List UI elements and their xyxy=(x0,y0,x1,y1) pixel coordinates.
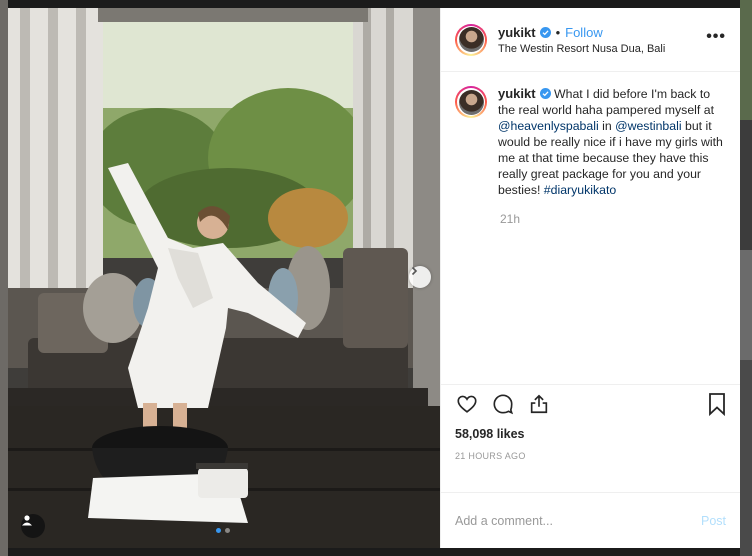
post-header: yukikt • Follow The Westin Resort Nusa D… xyxy=(441,8,740,72)
bookmark-icon xyxy=(709,393,725,417)
comment-composer: Post xyxy=(441,492,740,548)
save-button[interactable] xyxy=(706,392,730,417)
caption-avatar[interactable] xyxy=(455,86,487,118)
page-backdrop-right xyxy=(740,0,752,556)
avatar[interactable] xyxy=(455,23,487,56)
carousel-dot-1 xyxy=(216,528,221,533)
carousel-next-button[interactable] xyxy=(409,266,431,288)
avatar-image xyxy=(458,89,484,115)
post-photo xyxy=(8,8,440,548)
comments-section: yukikt What I did before I'm back to the… xyxy=(441,72,740,384)
share-button[interactable] xyxy=(527,392,551,416)
post-timestamp[interactable]: 21 HOURS AGO xyxy=(455,451,726,461)
mention-link[interactable]: @westinbali xyxy=(615,119,681,133)
caption: yukikt What I did before I'm back to the… xyxy=(455,86,726,198)
page-backdrop-left xyxy=(0,0,8,556)
tagged-users-button[interactable] xyxy=(21,514,45,538)
post-comment-button[interactable]: Post xyxy=(701,514,726,528)
follow-button[interactable]: Follow xyxy=(565,25,603,40)
share-icon xyxy=(530,394,548,414)
heart-icon xyxy=(457,395,477,413)
verified-badge-icon xyxy=(539,26,551,38)
author-username[interactable]: yukikt xyxy=(498,25,536,40)
more-options-button[interactable]: ••• xyxy=(706,29,726,45)
post-sidebar: yukikt • Follow The Westin Resort Nusa D… xyxy=(440,8,740,548)
caption-text: yukikt What I did before I'm back to the… xyxy=(498,86,723,198)
post-modal: yukikt • Follow The Westin Resort Nusa D… xyxy=(8,8,740,548)
photo-illustration xyxy=(8,8,440,548)
avatar-image xyxy=(458,27,484,52)
separator-dot: • xyxy=(555,24,561,40)
caption-time: 21h xyxy=(500,212,521,226)
carousel-indicator xyxy=(216,528,230,533)
hashtag-link[interactable]: #diaryukikato xyxy=(544,183,616,197)
comment-button[interactable] xyxy=(491,392,515,416)
user-icon xyxy=(22,515,32,526)
verified-badge-icon xyxy=(539,88,551,99)
location-link[interactable]: The Westin Resort Nusa Dua, Bali xyxy=(498,43,665,55)
mention-link[interactable]: @heavenlyspabali xyxy=(498,119,599,133)
comment-icon xyxy=(493,394,514,415)
caption-text-part: in xyxy=(598,119,616,133)
like-button[interactable] xyxy=(455,392,479,416)
carousel-dot-2 xyxy=(225,528,230,533)
caption-username[interactable]: yukikt xyxy=(498,86,536,101)
post-actions: 58,098 likes 21 HOURS AGO xyxy=(441,384,740,492)
chevron-right-icon xyxy=(411,266,418,276)
comment-input[interactable] xyxy=(455,513,701,528)
like-count[interactable]: 58,098 likes xyxy=(455,427,726,441)
